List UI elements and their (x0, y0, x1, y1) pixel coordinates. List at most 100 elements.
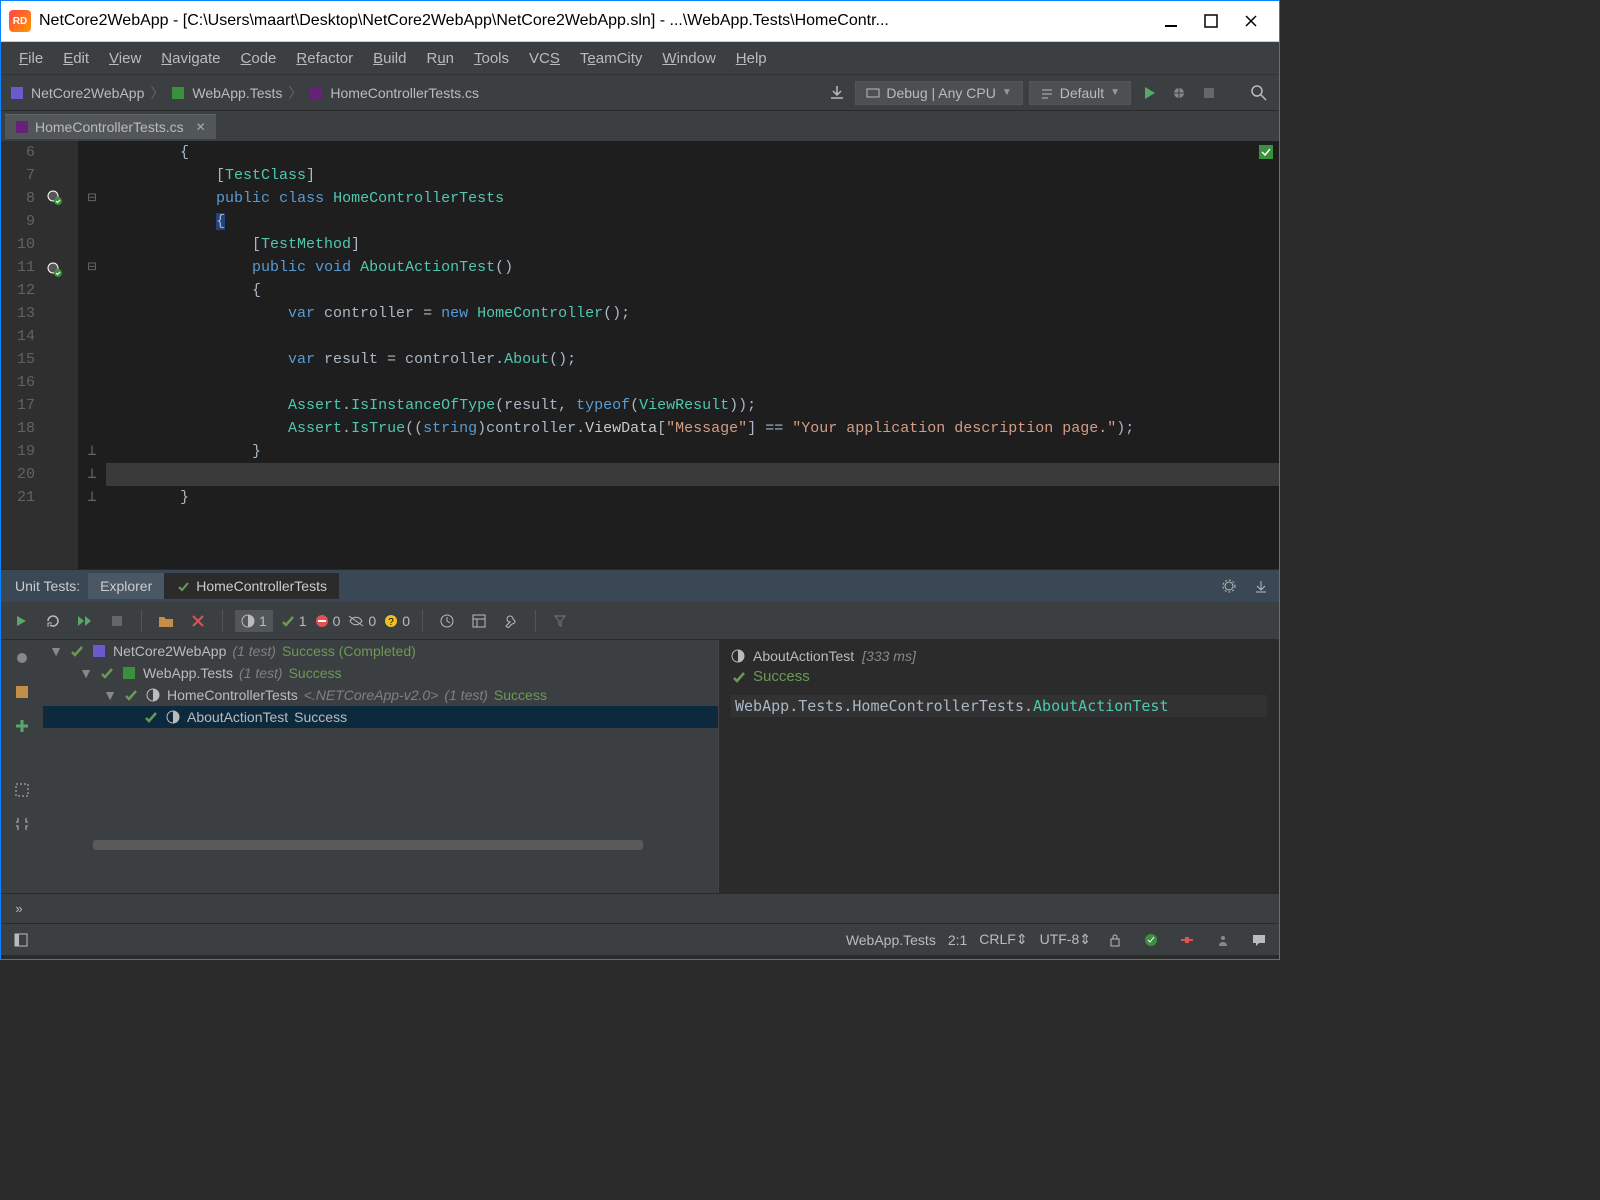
scrollbar-thumb[interactable] (93, 840, 643, 850)
menu-refactor[interactable]: Refactor (286, 46, 363, 71)
run-tests-button[interactable] (9, 609, 33, 633)
clock-icon[interactable] (435, 609, 459, 633)
run-all-button[interactable] (73, 609, 97, 633)
breadcrumb-file[interactable]: HomeControllerTests.cs (330, 85, 479, 101)
run-config-dropdown[interactable]: Default ▼ (1029, 81, 1131, 105)
maximize-button[interactable] (1191, 7, 1231, 35)
filter-failed[interactable]: 0 (315, 613, 341, 629)
status-encoding[interactable]: UTF-8⇕ (1040, 931, 1091, 948)
marker-gutter (43, 141, 78, 569)
filter-icon[interactable] (548, 609, 572, 633)
tab-explorer[interactable]: Explorer (88, 573, 164, 599)
node-name: WebApp.Tests (143, 665, 233, 681)
hide-panel-icon[interactable] (1249, 574, 1273, 598)
wrench-icon[interactable] (499, 609, 523, 633)
node-name: NetCore2WebApp (113, 643, 226, 659)
menu-window[interactable]: Window (652, 46, 725, 71)
more-button[interactable]: » (7, 897, 31, 921)
menu-vcs[interactable]: VCS (519, 46, 570, 71)
line-number: 21 (1, 486, 35, 509)
test-tree[interactable]: ▼ NetCore2WebApp (1 test) Success (Compl… (43, 640, 718, 893)
horizontal-scrollbar[interactable] (43, 838, 718, 852)
tree-node-solution[interactable]: ▼ NetCore2WebApp (1 test) Success (Compl… (43, 640, 718, 662)
status-eol[interactable]: CRLF⇕ (979, 931, 1027, 948)
rerun-button[interactable] (41, 609, 65, 633)
line-number: 19 (1, 440, 35, 463)
error-icon[interactable] (1175, 928, 1199, 952)
node-meta: (1 test) (239, 665, 283, 681)
line-number: 10 (1, 233, 35, 256)
project-icon (121, 665, 137, 681)
panel-title: Unit Tests: (7, 574, 88, 598)
delete-icon[interactable] (186, 609, 210, 633)
line-number: 13 (1, 302, 35, 325)
lock-icon[interactable] (1103, 928, 1127, 952)
tree-node-project[interactable]: ▼ WebApp.Tests (1 test) Success (43, 662, 718, 684)
line-number: 11 (1, 256, 35, 279)
close-button[interactable] (1231, 7, 1271, 35)
minimize-button[interactable] (1151, 7, 1191, 35)
menu-navigate[interactable]: Navigate (151, 46, 230, 71)
chat-icon[interactable] (1247, 928, 1271, 952)
close-tab-icon[interactable]: ✕ (196, 120, 206, 134)
solution-icon (91, 643, 107, 659)
status-cursor[interactable]: 2:1 (948, 932, 967, 948)
stop-tests-button[interactable] (105, 609, 129, 633)
filter-inconclusive[interactable]: ? 0 (384, 613, 410, 629)
menu-edit[interactable]: Edit (53, 46, 99, 71)
node-status: Success (289, 665, 342, 681)
code-editor[interactable]: 6 7 8 9 10 11 12 13 14 15 16 17 18 19 20… (1, 141, 1279, 569)
build-config-dropdown[interactable]: Debug | Any CPU ▼ (855, 81, 1022, 105)
run-button[interactable] (1137, 81, 1161, 105)
layout-icon[interactable] (467, 609, 491, 633)
test-class-marker-icon[interactable] (43, 190, 78, 213)
cover-icon[interactable] (10, 680, 34, 704)
expand-icon[interactable] (10, 778, 34, 802)
folding-gutter: ⊟ ⊟ ⊥ ⊥ ⊥ (78, 141, 106, 569)
menu-tools[interactable]: Tools (464, 46, 519, 71)
expander-icon[interactable]: ▼ (103, 687, 117, 703)
expander-icon[interactable]: ▼ (49, 643, 63, 659)
tool-window-strip: » (1, 893, 1279, 923)
node-status: Success (Completed) (282, 643, 416, 659)
tree-node-test[interactable]: AboutActionTest Success (43, 706, 718, 728)
open-folder-icon[interactable] (154, 609, 178, 633)
filter-passed[interactable]: 1 (281, 613, 307, 629)
test-detail-panel: AboutActionTest [333 ms] Success WebApp.… (718, 640, 1279, 893)
menu-build[interactable]: Build (363, 46, 416, 71)
add-icon[interactable] (10, 714, 34, 738)
menu-view[interactable]: View (99, 46, 151, 71)
editor-tab[interactable]: HomeControllerTests.cs ✕ (5, 114, 216, 139)
tab-session[interactable]: HomeControllerTests (164, 573, 339, 599)
breadcrumb-sep: 〉 (288, 83, 302, 103)
menu-code[interactable]: Code (231, 46, 287, 71)
download-icon[interactable] (825, 81, 849, 105)
tool-windows-icon[interactable] (9, 928, 33, 952)
node-status: Success (294, 709, 347, 725)
tab-explorer-label: Explorer (100, 578, 152, 594)
test-method-marker-icon[interactable] (43, 262, 78, 285)
stop-button[interactable] (1197, 81, 1221, 105)
debug-icon[interactable] (10, 646, 34, 670)
menu-teamcity[interactable]: TeamCity (570, 46, 653, 71)
filter-ignored[interactable]: 0 (348, 613, 376, 629)
breadcrumb-project[interactable]: WebApp.Tests (192, 85, 282, 101)
menu-help[interactable]: Help (726, 46, 777, 71)
tree-node-class[interactable]: ▼ HomeControllerTests <.NETCoreApp-v2.0>… (43, 684, 718, 706)
menu-file[interactable]: File (9, 46, 53, 71)
line-number: 8 (1, 187, 35, 210)
search-button[interactable] (1247, 81, 1271, 105)
debug-button[interactable] (1167, 81, 1191, 105)
code-area[interactable]: { [TestClass] public class HomeControlle… (106, 141, 1279, 569)
line-number: 9 (1, 210, 35, 233)
man-icon[interactable] (1211, 928, 1235, 952)
collapse-icon[interactable] (10, 812, 34, 836)
inspection-check-icon[interactable] (1139, 928, 1163, 952)
gear-icon[interactable] (1217, 574, 1241, 598)
tab-session-label: HomeControllerTests (196, 578, 327, 594)
filter-half[interactable]: 1 (235, 610, 273, 632)
expander-icon[interactable]: ▼ (79, 665, 93, 681)
window-title: NetCore2WebApp - [C:\Users\maart\Desktop… (39, 12, 1151, 30)
breadcrumb-solution[interactable]: NetCore2WebApp (31, 85, 144, 101)
menu-run[interactable]: Run (416, 46, 464, 71)
